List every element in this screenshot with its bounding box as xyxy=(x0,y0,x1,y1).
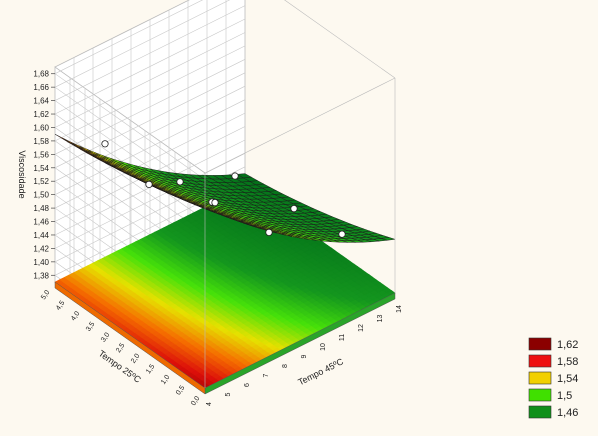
x-axis-label: Tempo 45ºC xyxy=(296,356,345,387)
z-tick-label: 1,44 xyxy=(33,231,49,240)
y-tick-label: 1,5 xyxy=(145,363,156,375)
x-tick-label: 11 xyxy=(339,334,346,341)
z-tick-label: 1,50 xyxy=(33,191,49,200)
z-tick-label: 1,56 xyxy=(33,150,49,159)
z-tick-label: 1,60 xyxy=(33,123,49,132)
z-axis-label: Viscosidade xyxy=(17,150,27,198)
x-tick-label: 6 xyxy=(244,383,251,387)
z-tick-label: 1,66 xyxy=(33,83,49,92)
box-edge xyxy=(284,0,396,79)
legend-swatch xyxy=(528,337,552,351)
data-point xyxy=(338,230,346,238)
legend-swatch xyxy=(528,371,552,385)
legend-label: 1,46 xyxy=(557,407,578,419)
chart-area: 1,38 1,40 1,42 1,44 1,46 1,48 1,50 1,52 1,54 1,56… xyxy=(0,0,598,431)
y-tick-label: 1,0 xyxy=(160,374,171,386)
x-tick-label: 13 xyxy=(377,315,384,323)
z-tick-label: 1,48 xyxy=(33,204,49,213)
z-tick-label: 1,62 xyxy=(33,110,49,119)
z-tick-label: 1,40 xyxy=(33,258,49,267)
legend-label: 1,62 xyxy=(557,339,578,351)
z-tick-label: 1,68 xyxy=(33,70,49,79)
data-point xyxy=(265,228,273,236)
legend-label: 1,54 xyxy=(557,373,578,385)
z-tick-label: 1,54 xyxy=(33,164,49,173)
y-tick-label: 5,0 xyxy=(40,289,51,301)
z-tick-label: 1,38 xyxy=(33,271,49,280)
legend-swatch xyxy=(528,405,552,419)
x-tick-label: 5 xyxy=(225,392,232,396)
x-tick-label: 10 xyxy=(320,343,327,351)
data-point xyxy=(101,140,109,148)
y-tick-label: 0,5 xyxy=(175,384,186,396)
z-tick-label: 1,64 xyxy=(33,97,49,106)
x-tick-label: 9 xyxy=(301,354,308,358)
y-tick-label: 3,0 xyxy=(100,331,111,343)
data-point xyxy=(211,199,219,207)
x-tick-label: 7 xyxy=(263,373,270,377)
z-tick-label: 1,52 xyxy=(33,177,49,186)
legend-label: 1,58 xyxy=(557,356,578,368)
y-tick-label: 2,0 xyxy=(130,353,141,365)
x-tick-label: 4 xyxy=(206,402,213,406)
y-tick-label: 4,0 xyxy=(70,310,81,322)
y-tick-label: 3,5 xyxy=(85,321,96,333)
surface-plot: 1,381,401,421,441,461,481,501,521,541,56… xyxy=(17,0,578,419)
legend-swatch xyxy=(528,354,552,368)
y-tick-label: 2,5 xyxy=(115,342,126,354)
legend xyxy=(528,337,552,419)
y-tick-label: 4,5 xyxy=(55,300,66,312)
x-tick-label: 12 xyxy=(358,324,365,332)
legend-swatch xyxy=(528,388,552,402)
x-tick-label: 8 xyxy=(282,364,289,368)
x-tick-label: 14 xyxy=(396,305,403,313)
y-tick-label: 0,0 xyxy=(190,395,201,407)
z-tick-label: 1,46 xyxy=(33,218,49,227)
z-tick-label: 1,42 xyxy=(33,244,49,253)
legend-label: 1,5 xyxy=(557,390,572,402)
data-point xyxy=(176,178,184,186)
data-point xyxy=(290,205,298,213)
z-tick-label: 1,58 xyxy=(33,137,49,146)
data-point xyxy=(231,172,239,180)
data-point xyxy=(145,180,153,188)
